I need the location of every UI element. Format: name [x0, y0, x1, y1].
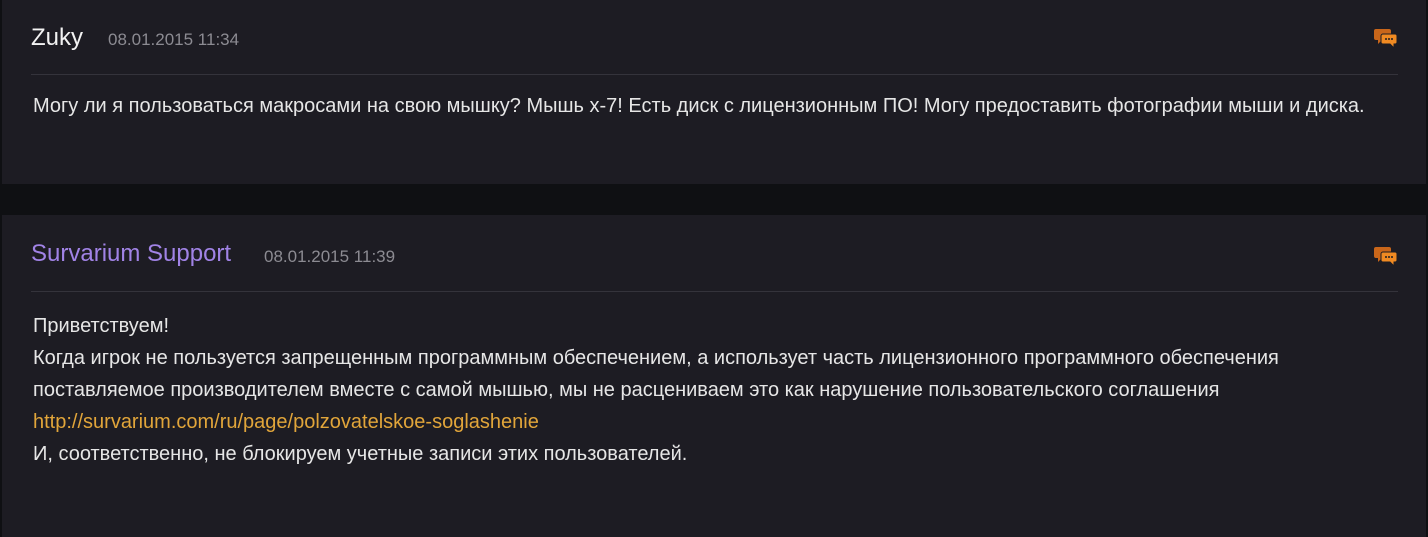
agreement-link[interactable]: http://survarium.com/ru/page/polzovatels… [33, 411, 539, 433]
comment-body: Приветствуем! Когда игрок не пользуется … [33, 310, 1386, 470]
comment-closing: И, соответственно, не блокируем учетные … [33, 443, 688, 465]
comment-greeting: Приветствуем! [33, 315, 170, 337]
comment-text: Могу ли я пользоваться макросами на свою… [33, 95, 1365, 117]
reply-bubbles-icon[interactable] [1374, 27, 1398, 49]
comment-post: Zuky 08.01.2015 11:34 Могу ли я пользова… [2, 0, 1426, 184]
comment-body: Могу ли я пользоваться макросами на свою… [33, 90, 1386, 122]
comment-text: Когда игрок не пользуется запрещенным пр… [33, 347, 1279, 401]
comment-author[interactable]: Zuky [31, 23, 83, 53]
comment-author[interactable]: Survarium Support [31, 239, 231, 269]
comment-header: Survarium Support 08.01.2015 11:39 [31, 215, 1398, 292]
comment-timestamp: 08.01.2015 11:34 [108, 30, 240, 49]
comment-header: Zuky 08.01.2015 11:34 [31, 0, 1398, 75]
comment-post: Survarium Support 08.01.2015 11:39 Приве… [2, 215, 1426, 537]
reply-bubbles-icon[interactable] [1374, 245, 1398, 267]
comment-timestamp: 08.01.2015 11:39 [264, 247, 396, 266]
comment-paragraph: Когда игрок не пользуется запрещенным пр… [33, 342, 1386, 438]
